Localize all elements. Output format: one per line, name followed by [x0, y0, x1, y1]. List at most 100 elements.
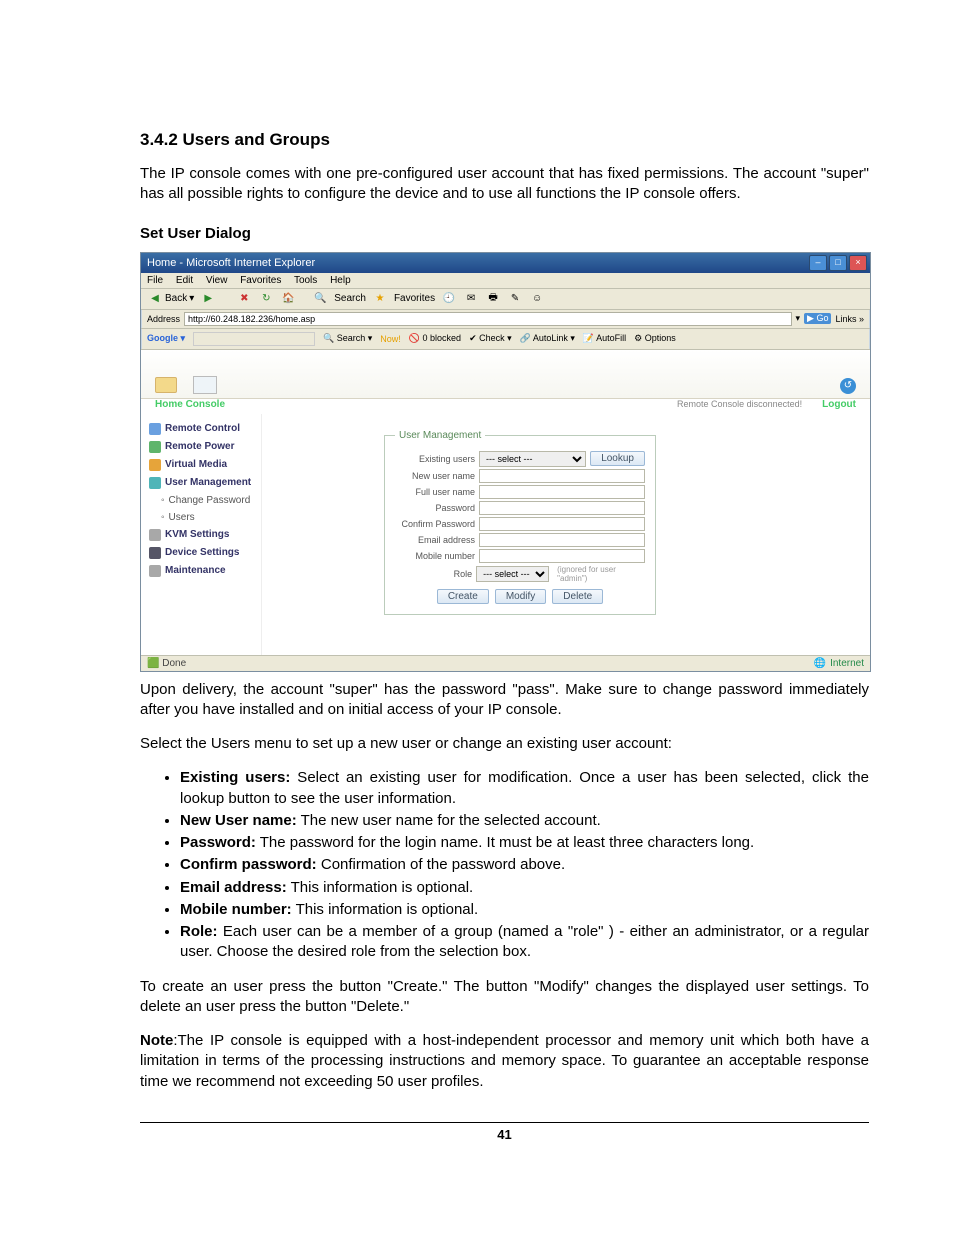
back-button[interactable]: ◀ Back ▾ — [147, 291, 194, 307]
status-done: 🟩 Done — [147, 658, 186, 669]
forward-icon[interactable]: ▶ — [200, 291, 216, 307]
sidebar-item-device-settings[interactable]: Device Settings — [141, 544, 261, 562]
maintenance-icon — [149, 565, 161, 577]
links-label[interactable]: Links » — [835, 314, 864, 324]
tab-home[interactable]: Home — [155, 399, 183, 410]
email-address-label: Email address — [395, 535, 475, 545]
menu-tools[interactable]: Tools — [294, 275, 317, 286]
google-logo[interactable]: Google ▾ — [147, 333, 185, 344]
mobile-number-label: Mobile number — [395, 551, 475, 561]
confirm-password-input[interactable] — [479, 517, 645, 531]
google-search-button[interactable]: 🔍 Search ▾ — [323, 333, 372, 344]
confirm-password-label: Confirm Password — [395, 519, 475, 529]
page-number: 41 — [497, 1127, 511, 1142]
para-after-shot-1: Upon delivery, the account "super" has t… — [140, 680, 869, 721]
maximize-icon[interactable]: □ — [829, 255, 847, 271]
sidebar-item-kvm-settings[interactable]: KVM Settings — [141, 526, 261, 544]
messenger-icon[interactable]: ☺ — [529, 291, 545, 307]
modify-button[interactable]: Modify — [495, 589, 546, 604]
para-after-shot-2: Select the Users menu to set up a new us… — [140, 734, 869, 754]
list-item: Existing users: Select an existing user … — [180, 768, 869, 809]
stop-icon[interactable]: ✖ — [236, 291, 252, 307]
print-icon[interactable]: 🖶 — [485, 291, 501, 307]
menu-favorites[interactable]: Favorites — [240, 275, 281, 286]
google-new-button[interactable]: Now! — [380, 334, 401, 344]
menu-help[interactable]: Help — [330, 275, 351, 286]
existing-users-select[interactable]: --- select --- — [479, 451, 586, 467]
browser-toolbar: ◀ Back ▾ ▶ ✖ ↻ 🏠 🔍 Search ★ Favorites 🕘 … — [141, 289, 870, 310]
user-management-icon — [149, 477, 161, 489]
tab-console[interactable]: Console — [186, 399, 225, 410]
app-tabs: Home Console — [155, 399, 225, 410]
sidebar-item-maintenance[interactable]: Maintenance — [141, 562, 261, 580]
password-input[interactable] — [479, 501, 645, 515]
full-user-name-label: Full user name — [395, 487, 475, 497]
titlebar: Home - Microsoft Internet Explorer – □ × — [141, 253, 870, 273]
address-label: Address — [147, 314, 180, 324]
email-address-input[interactable] — [479, 533, 645, 547]
user-management-fieldset: User Management Existing users --- selec… — [384, 430, 656, 615]
role-select[interactable]: --- select --- — [476, 566, 549, 582]
logout-icon[interactable]: ↺ — [840, 378, 856, 394]
window-title: Home - Microsoft Internet Explorer — [147, 257, 315, 269]
google-options-button[interactable]: ⚙ Options — [634, 333, 676, 344]
intro-paragraph: The IP console comes with one pre-config… — [140, 164, 869, 205]
google-autofill-button[interactable]: 📝 AutoFill — [583, 333, 626, 344]
search-icon: 🔍 — [312, 291, 328, 307]
new-user-name-input[interactable] — [479, 469, 645, 483]
password-label: Password — [395, 503, 475, 513]
sidebar: Remote Control Remote Power Virtual Medi… — [141, 414, 262, 655]
ie-statusbar: 🟩 Done 🌐 Internet — [141, 655, 870, 671]
lookup-button[interactable]: Lookup — [590, 451, 645, 466]
section-heading: 3.4.2 Users and Groups — [140, 130, 869, 150]
edit-icon[interactable]: ✎ — [507, 291, 523, 307]
google-autolink-button[interactable]: 🔗 AutoLink ▾ — [520, 333, 575, 344]
sidebar-item-remote-power[interactable]: Remote Power — [141, 438, 261, 456]
google-search-input[interactable] — [193, 332, 315, 346]
para-create-modify: To create an user press the button "Crea… — [140, 977, 869, 1018]
sidebar-item-remote-control[interactable]: Remote Control — [141, 420, 261, 438]
create-button[interactable]: Create — [437, 589, 489, 604]
role-note: (ignored for user "admin") — [557, 565, 645, 583]
address-input[interactable] — [184, 312, 791, 326]
delete-button[interactable]: Delete — [552, 589, 603, 604]
content-pane: User Management Existing users --- selec… — [262, 414, 870, 655]
home-icon[interactable]: 🏠 — [280, 291, 296, 307]
list-item: Confirm password: Confirmation of the pa… — [180, 855, 869, 875]
existing-users-label: Existing users — [395, 454, 475, 464]
sidebar-item-virtual-media[interactable]: Virtual Media — [141, 456, 261, 474]
minimize-icon[interactable]: – — [809, 255, 827, 271]
full-user-name-input[interactable] — [479, 485, 645, 499]
go-button[interactable]: ▶ Go — [804, 313, 831, 324]
search-label[interactable]: Search — [334, 293, 366, 304]
menu-file[interactable]: File — [147, 275, 163, 286]
back-icon: ◀ — [147, 291, 163, 307]
favorites-label[interactable]: Favorites — [394, 293, 435, 304]
history-icon[interactable]: 🕘 — [441, 291, 457, 307]
google-toolbar: Google ▾ 🔍 Search ▾ Now! 🚫 0 blocked ✔ C… — [141, 329, 870, 350]
device-icon — [155, 377, 177, 393]
mobile-number-input[interactable] — [479, 549, 645, 563]
list-item: Email address: This information is optio… — [180, 878, 869, 898]
virtual-media-icon — [149, 459, 161, 471]
menubar: File Edit View Favorites Tools Help — [141, 273, 870, 289]
para-note: Note:The IP console is equipped with a h… — [140, 1031, 869, 1092]
address-dropdown-icon[interactable]: ▾ — [796, 313, 801, 324]
refresh-icon[interactable]: ↻ — [258, 291, 274, 307]
kvm-settings-icon — [149, 529, 161, 541]
logout-link[interactable]: Logout — [822, 399, 856, 410]
remote-control-icon — [149, 423, 161, 435]
app-header: ↺ — [141, 350, 870, 399]
sidebar-item-users[interactable]: ◦ Users — [141, 509, 261, 526]
sidebar-item-change-password[interactable]: ◦ Change Password — [141, 492, 261, 509]
mail-icon[interactable]: ✉ — [463, 291, 479, 307]
menu-view[interactable]: View — [206, 275, 228, 286]
sidebar-item-user-management[interactable]: User Management — [141, 474, 261, 492]
list-item: Role: Each user can be a member of a gro… — [180, 922, 869, 963]
google-check-button[interactable]: ✔ Check ▾ — [469, 333, 512, 344]
menu-edit[interactable]: Edit — [176, 275, 193, 286]
page-footer: 41 — [140, 1122, 869, 1142]
console-status: Remote Console disconnected! — [677, 399, 802, 409]
close-icon[interactable]: × — [849, 255, 867, 271]
google-blocked-button[interactable]: 🚫 0 blocked — [409, 333, 461, 344]
